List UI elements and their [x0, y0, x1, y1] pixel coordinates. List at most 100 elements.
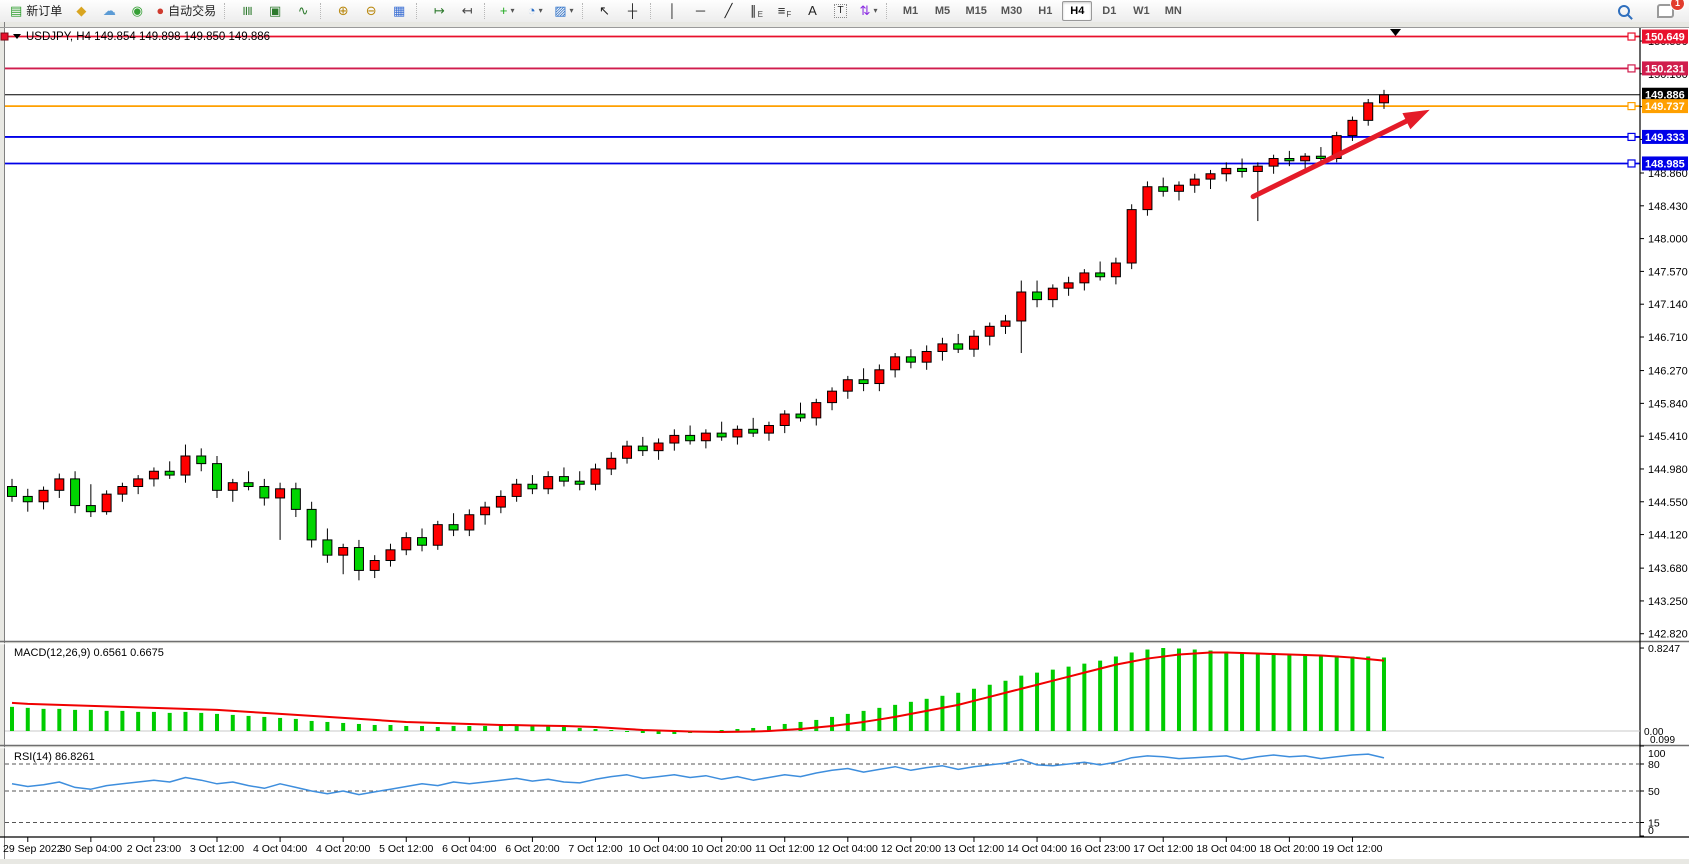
tile-windows-button[interactable]: ▦: [386, 1, 412, 21]
fibonacci-icon: ≡: [778, 4, 786, 18]
macd-zero-label: 0.099: [1650, 735, 1675, 746]
horizontal-line-button[interactable]: ─: [688, 1, 714, 21]
timeframe-w1-button[interactable]: W1: [1126, 1, 1156, 21]
tile-windows-icon: ▦: [393, 4, 405, 18]
text-icon: A: [808, 4, 817, 18]
hline-handle[interactable]: [1628, 33, 1635, 40]
timeframe-d1-button[interactable]: D1: [1094, 1, 1124, 21]
candle-body: [102, 494, 111, 512]
text-label-button[interactable]: T: [828, 1, 854, 21]
notification-badge: 1: [1670, 0, 1685, 11]
chart-shift-button[interactable]: ↤: [454, 1, 480, 21]
timeframe-h1-button[interactable]: H1: [1030, 1, 1060, 21]
text-label-icon: T: [834, 4, 846, 18]
time-axis-label: 17 Oct 12:00: [1133, 843, 1193, 855]
hline-handle[interactable]: [1628, 103, 1635, 110]
rsi-scale-label: 50: [1648, 786, 1660, 798]
candle-body: [1364, 103, 1373, 121]
rsi-label: RSI(14) 86.8261: [14, 751, 95, 763]
chart-canvas[interactable]: 150.590150.160149.730149.300148.860148.4…: [0, 22, 1689, 859]
time-axis-label: 10 Oct 04:00: [629, 843, 689, 855]
timeframe-mn-button[interactable]: MN: [1158, 1, 1188, 21]
candle-body: [260, 487, 269, 498]
candle-body: [733, 429, 742, 437]
auto-scroll-button[interactable]: ↦: [426, 1, 452, 21]
time-axis-label: 12 Oct 20:00: [881, 843, 941, 855]
zoom-out-button[interactable]: ⊖: [358, 1, 384, 21]
timeframe-m5-button[interactable]: M5: [928, 1, 958, 21]
candle-body: [149, 471, 158, 479]
hline-handle[interactable]: [1628, 160, 1635, 167]
equidistant-channel-icon: ∥: [750, 4, 757, 18]
candle-body: [228, 483, 237, 491]
arrows-button[interactable]: ⇅▾: [856, 1, 882, 21]
autotrading-button-label: 自动交易: [168, 2, 216, 20]
new-order-button-label: 新订单: [26, 2, 62, 20]
signals-icon[interactable]: ◉: [124, 1, 150, 21]
periods-button[interactable]: ◔▾: [522, 1, 548, 21]
candle-body: [86, 506, 95, 512]
text-button[interactable]: A: [800, 1, 826, 21]
candle-body: [843, 380, 852, 391]
fibonacci-button[interactable]: ≡F: [772, 1, 798, 21]
candlestick-chart-button[interactable]: ▣: [262, 1, 288, 21]
time-axis-label: 29 Sep 2022: [3, 843, 63, 855]
zoom-in-button[interactable]: ⊕: [330, 1, 356, 21]
rsi-panel[interactable]: [5, 748, 1640, 837]
vertical-line-button[interactable]: │: [660, 1, 686, 21]
indicators-button[interactable]: +▾: [494, 1, 520, 21]
line-chart-button[interactable]: ∿: [290, 1, 316, 21]
candle-body: [607, 458, 616, 469]
chevron-down-icon: ▾: [539, 2, 543, 20]
candle-body: [985, 326, 994, 336]
candle-body: [749, 429, 758, 433]
price-tick-label: 143.680: [1648, 563, 1688, 575]
candle-body: [181, 456, 190, 475]
notifications-button[interactable]: 1: [1652, 1, 1678, 21]
crosshair-icon: ┼: [628, 4, 637, 18]
price-tick-label: 147.570: [1648, 266, 1688, 278]
candle-body: [134, 479, 143, 487]
trendline-button[interactable]: ╱: [716, 1, 742, 21]
timeframe-m15-button[interactable]: M15: [960, 1, 993, 21]
main-chart-panel[interactable]: [5, 28, 1640, 641]
candle-body: [1269, 159, 1278, 167]
candle-body: [244, 483, 253, 487]
timeframe-m1-button[interactable]: M1: [896, 1, 926, 21]
bar-chart-button[interactable]: ≣: [234, 1, 260, 21]
price-tick-label: 144.550: [1648, 497, 1688, 509]
price-tick-label: 147.140: [1648, 299, 1688, 311]
rsi-scale-label: 0: [1648, 825, 1654, 837]
candle-body: [1064, 283, 1073, 288]
rsi-scale-label: 80: [1648, 759, 1660, 771]
hline-handle[interactable]: [1628, 133, 1635, 140]
price-tick-label: 144.980: [1648, 464, 1688, 476]
candle-body: [1238, 168, 1247, 171]
cursor-button[interactable]: ↖: [592, 1, 618, 21]
new-order-button[interactable]: ▤新订单: [6, 1, 66, 21]
profile-cloud-icon[interactable]: ☁: [96, 1, 122, 21]
search-button[interactable]: [1611, 1, 1637, 21]
candle-body: [764, 425, 773, 433]
time-axis-label: 12 Oct 04:00: [818, 843, 878, 855]
chart-window[interactable]: 150.590150.160149.730149.300148.860148.4…: [0, 22, 1689, 859]
indicators-icon: +: [500, 4, 508, 18]
timeframe-m30-button[interactable]: M30: [995, 1, 1028, 21]
hline-anchor[interactable]: [1, 33, 8, 40]
search-icon: [1618, 5, 1630, 17]
price-tick-label: 148.430: [1648, 201, 1688, 213]
toolbar-separator: [320, 3, 325, 19]
crosshair-button[interactable]: ┼: [620, 1, 646, 21]
time-axis-label: 4 Oct 04:00: [253, 843, 307, 855]
hline-handle[interactable]: [1628, 65, 1635, 72]
price-tick-label: 146.710: [1648, 332, 1688, 344]
profile-cloud-icon-icon: ☁: [103, 4, 116, 18]
candle-body: [1348, 120, 1357, 135]
templates-button[interactable]: ▨▾: [550, 1, 577, 21]
timeframe-h4-button[interactable]: H4: [1062, 1, 1092, 21]
chart-window-icon[interactable]: ◆: [68, 1, 94, 21]
equidistant-channel-button[interactable]: ∥E: [744, 1, 770, 21]
autotrading-button[interactable]: ●自动交易: [152, 1, 220, 21]
time-axis-label: 16 Oct 23:00: [1070, 843, 1130, 855]
price-tick-label: 148.000: [1648, 234, 1688, 246]
